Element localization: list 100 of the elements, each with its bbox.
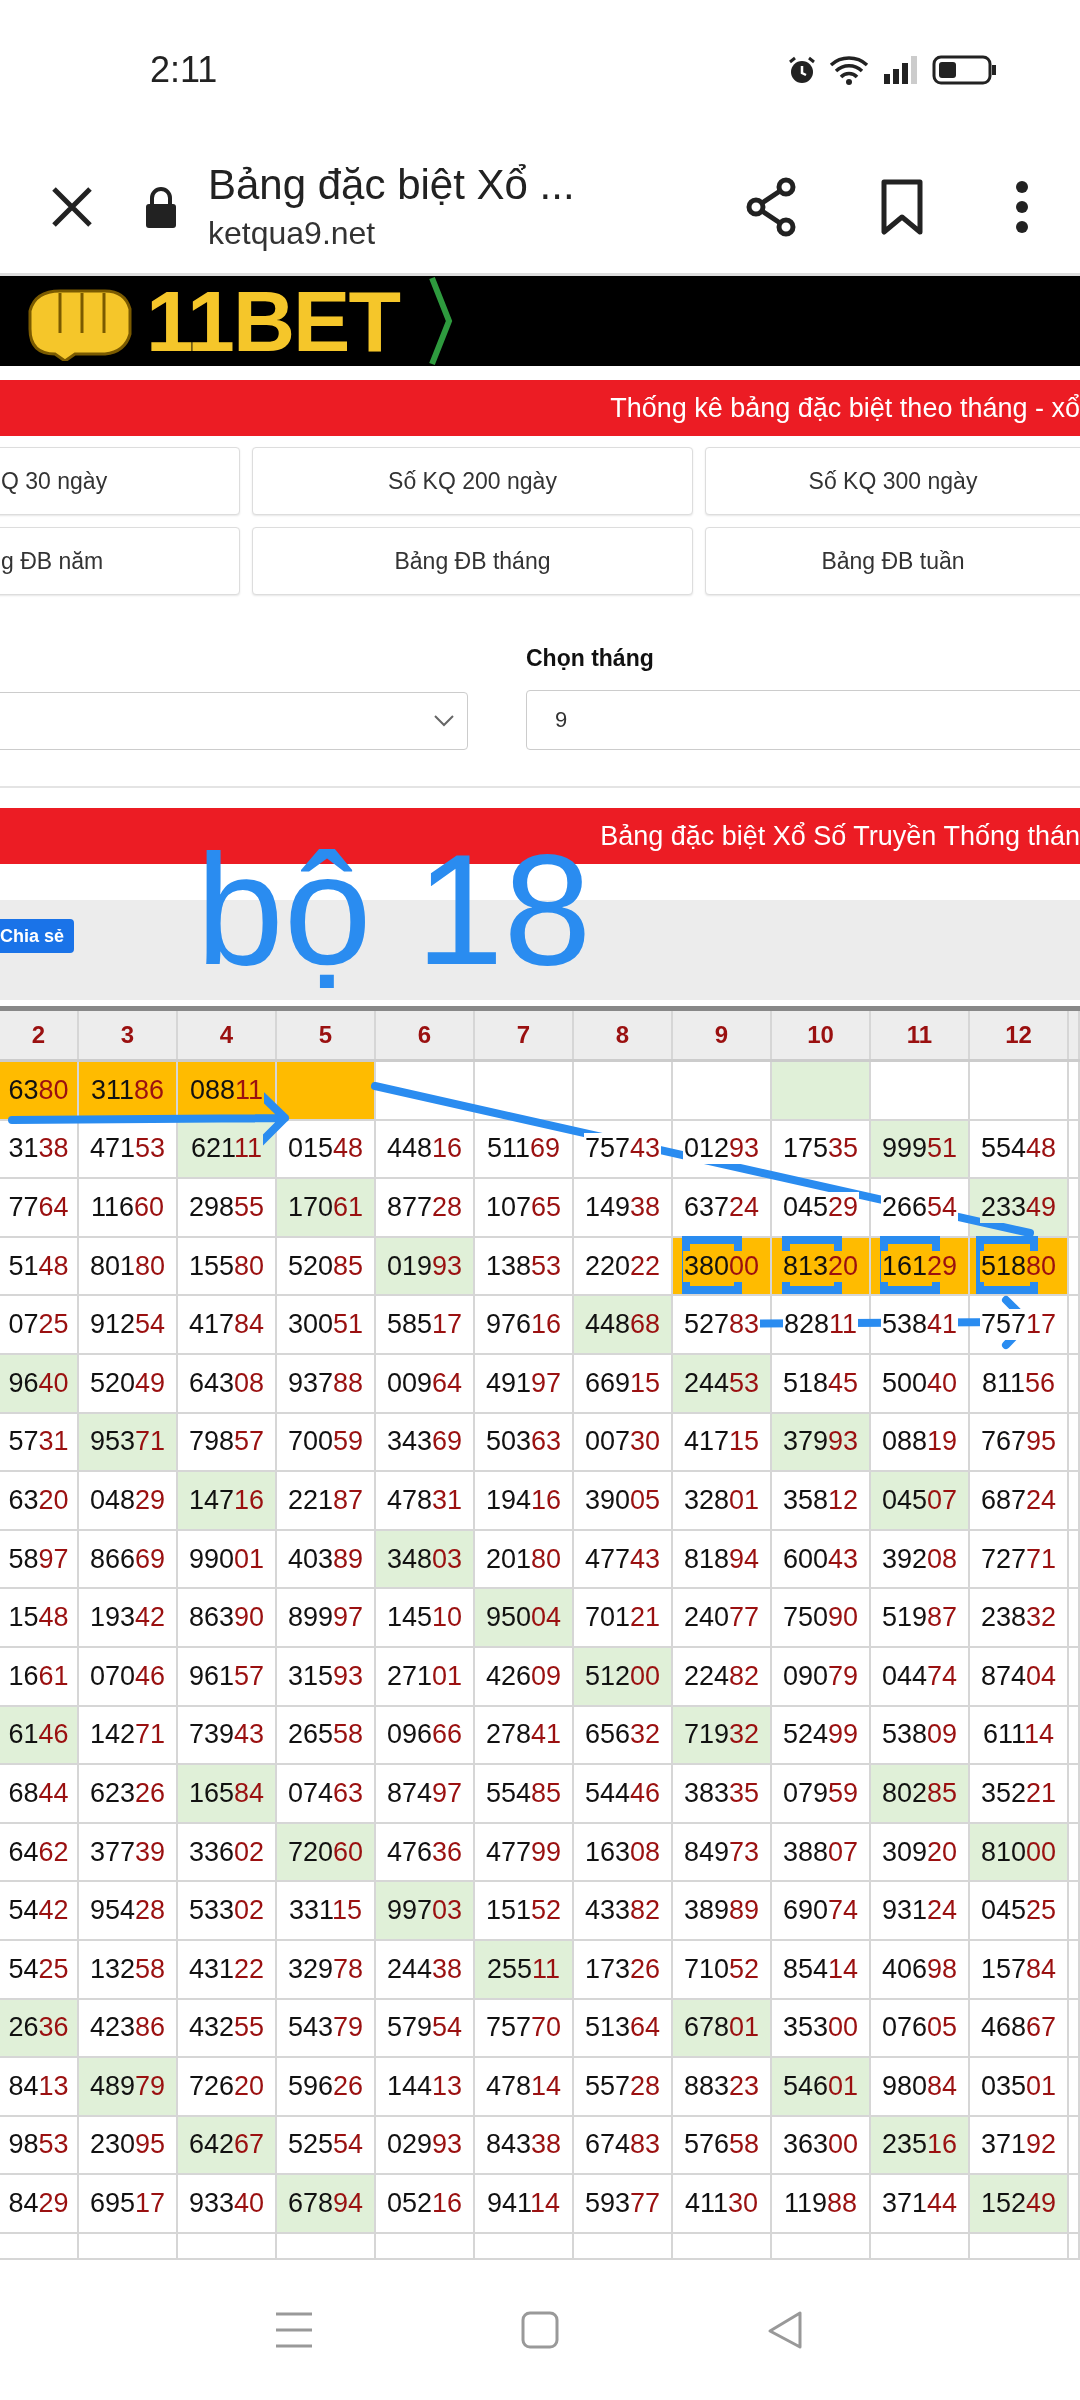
table-cell: 67894	[277, 2175, 376, 2234]
table-cell: 33115	[277, 1882, 376, 1941]
table-cell: 2636	[0, 1999, 79, 2059]
page-title: Bảng đặc biệt Xổ ...	[208, 161, 576, 209]
table-cell: 34803	[376, 1530, 475, 1590]
table-cell: 8429	[0, 2175, 79, 2234]
table-cell: 57954	[376, 1999, 475, 2059]
table-cell: 85414	[772, 1940, 871, 2000]
column-header: 10	[772, 1011, 871, 1059]
table-cell: 07605	[871, 1999, 970, 2059]
table-cell: 84338	[475, 2116, 574, 2176]
ad-banner[interactable]: 11BET	[0, 276, 1080, 366]
table-cell: 61114	[970, 1706, 1069, 1766]
table-cell: 96157	[178, 1647, 277, 1707]
table-cell: 5148	[0, 1237, 79, 1297]
column-header: 4	[178, 1011, 277, 1059]
table-cell: 24453	[673, 1354, 772, 1414]
table-cell: 38335	[673, 1765, 772, 1824]
nav-button[interactable]: Q 30 ngày	[0, 447, 240, 515]
column-header: 7	[475, 1011, 574, 1059]
table-cell: 27101	[376, 1647, 475, 1707]
table-cell: 38807	[772, 1823, 871, 1883]
nav-button[interactable]: Số KQ 300 ngày	[705, 447, 1080, 515]
table-cell: 20180	[475, 1530, 574, 1590]
table-cell: 81156	[970, 1354, 1069, 1414]
table-cell: 66915	[574, 1354, 673, 1414]
table-cell: 35300	[772, 1999, 871, 2059]
table-cell: 6380	[0, 1062, 79, 1121]
share-button[interactable]: Chia sẻ	[0, 919, 75, 953]
table-cell: 6320	[0, 1472, 79, 1531]
month-label: Chọn tháng	[526, 645, 655, 672]
table-cell: 17061	[277, 1179, 376, 1238]
table-cell: 43122	[178, 1940, 277, 2000]
nav-button[interactable]: Số KQ 200 ngày	[252, 447, 693, 515]
table-cell: 94114	[475, 2175, 574, 2234]
table-cell: 67483	[574, 2116, 673, 2176]
table-cell: 05216	[376, 2175, 475, 2234]
table-cell: 37993	[772, 1413, 871, 1473]
table-cell: 39005	[574, 1472, 673, 1531]
table-cell: 3138	[0, 1120, 79, 1180]
table-cell: 51169	[475, 1120, 574, 1180]
status-time: 2:11	[150, 49, 218, 91]
table-cell: 07959	[772, 1765, 871, 1824]
menu-icon[interactable]	[274, 2310, 314, 2350]
table-cell: 34369	[376, 1413, 475, 1473]
table-cell: 69074	[772, 1882, 871, 1941]
page-url: ketqua9.net	[208, 215, 377, 252]
table-cell: 16584	[178, 1765, 277, 1824]
table-cell: 79857	[178, 1413, 277, 1473]
table-cell: 41715	[673, 1413, 772, 1473]
table-cell: 57658	[673, 2116, 772, 2176]
table-cell: 75743	[574, 1120, 673, 1180]
table-cell: 24438	[376, 1940, 475, 2000]
table-cell: 67801	[673, 1999, 772, 2059]
table-cell: 47636	[376, 1823, 475, 1883]
table-cell: 24077	[673, 1589, 772, 1648]
table-cell: 23516	[871, 2116, 970, 2176]
table-cell: 5425	[0, 1940, 79, 2000]
table-cell: 01548	[277, 1120, 376, 1180]
table-cell: 87728	[376, 1179, 475, 1238]
table-cell: 15784	[970, 1940, 1069, 2000]
table-cell: 22022	[574, 1237, 673, 1297]
table-cell: 59377	[574, 2175, 673, 2234]
table-cell: 71052	[673, 1940, 772, 2000]
bookmark-icon[interactable]	[880, 178, 924, 235]
table-cell: 71932	[673, 1706, 772, 1766]
table-cell: 00730	[574, 1413, 673, 1473]
table-cell: 29855	[178, 1179, 277, 1238]
table-cell: 13258	[79, 1940, 178, 2000]
month-field[interactable]: 9	[526, 690, 1080, 750]
table-cell: 55728	[574, 2058, 673, 2117]
table-cell: 75090	[772, 1589, 871, 1648]
more-icon[interactable]	[1014, 178, 1030, 235]
table-cell: 32978	[277, 1940, 376, 2000]
table-cell: 35812	[772, 1472, 871, 1531]
table-cell: 48979	[79, 2058, 178, 2117]
table-cell: 68724	[970, 1472, 1069, 1531]
table-cell: 16308	[574, 1823, 673, 1883]
table-cell: 40698	[871, 1940, 970, 2000]
nav-button[interactable]: Bảng ĐB tháng	[252, 527, 693, 595]
column-header: 12	[970, 1011, 1069, 1059]
table-cell: 72771	[970, 1530, 1069, 1590]
close-icon[interactable]	[50, 184, 94, 229]
table-cell: 6146	[0, 1706, 79, 1766]
table-cell: 86669	[79, 1530, 178, 1590]
table-cell: 15152	[475, 1882, 574, 1941]
nav-button[interactable]: Bảng ĐB tuần	[705, 527, 1080, 595]
table-cell: 30051	[277, 1296, 376, 1355]
chevron-icon	[428, 276, 453, 366]
table-cell: 04474	[871, 1647, 970, 1707]
table-cell: 09079	[772, 1647, 871, 1707]
table-cell: 23832	[970, 1589, 1069, 1648]
table-cell: 58517	[376, 1296, 475, 1355]
home-icon[interactable]	[520, 2310, 560, 2350]
nav-button[interactable]: g ĐB năm	[0, 527, 240, 595]
table-cell: 70121	[574, 1589, 673, 1648]
table-cell: 51845	[772, 1354, 871, 1414]
table-cell: 35221	[970, 1765, 1069, 1824]
table-cell: 87497	[376, 1765, 475, 1824]
table-cell: 13853	[475, 1237, 574, 1297]
